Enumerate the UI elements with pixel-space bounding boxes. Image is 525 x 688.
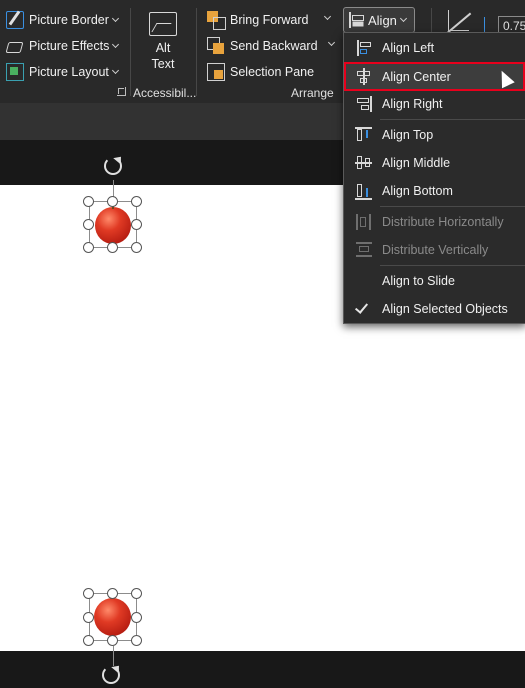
resize-handle[interactable] — [107, 242, 118, 253]
resize-handle[interactable] — [131, 242, 142, 253]
menu-item-label: Align Bottom — [382, 184, 453, 198]
picture-border-icon — [6, 11, 24, 29]
resize-handle[interactable] — [131, 612, 142, 623]
menu-item-label: Align Left — [382, 41, 435, 55]
menu-item-align-right[interactable]: Align Right — [344, 90, 525, 118]
editor-bottom-band — [0, 651, 525, 688]
menu-item-label: Distribute Horizontally — [382, 215, 504, 229]
menu-item-label: Align Middle — [382, 156, 451, 170]
accessibility-group-label: Accessibil... — [133, 86, 197, 100]
alt-text-label-line1: Alt — [155, 41, 171, 55]
group-divider — [431, 8, 432, 32]
distribute-vertically-icon — [355, 241, 373, 259]
menu-item-label: Align Center — [382, 69, 451, 84]
resize-handle[interactable] — [107, 588, 118, 599]
check-icon — [354, 300, 369, 314]
picture-layout-label: Picture Layout — [29, 65, 109, 79]
rotate-handle-icon[interactable] — [102, 666, 120, 684]
distribute-horizontally-icon — [355, 213, 373, 231]
resize-handle[interactable] — [107, 635, 118, 646]
align-button[interactable]: Align — [343, 7, 415, 33]
alt-text-icon — [149, 12, 177, 36]
menu-item-align-selected-objects[interactable]: Align Selected Objects — [344, 295, 525, 323]
send-backward-chevron-icon[interactable] — [327, 38, 336, 47]
picture-layout-button[interactable]: Picture Layout — [6, 61, 119, 83]
align-left-icon — [355, 39, 373, 57]
menu-item-align-to-slide[interactable]: Align to Slide — [344, 267, 525, 295]
resize-handle[interactable] — [83, 196, 94, 207]
menu-item-align-left[interactable]: Align Left — [344, 34, 525, 62]
align-center-icon — [355, 68, 373, 86]
rotate-handle-icon[interactable] — [104, 157, 122, 175]
picture-effects-label: Picture Effects — [29, 39, 110, 53]
selection-pane-label: Selection Pane — [230, 65, 315, 79]
menu-item-label: Align Selected Objects — [382, 302, 508, 316]
menu-item-distribute-vertically: Distribute Vertically — [344, 236, 525, 264]
resize-handle[interactable] — [83, 219, 94, 230]
apple-image[interactable] — [95, 207, 131, 244]
align-right-icon — [355, 95, 373, 113]
picture-effects-icon — [6, 37, 24, 55]
align-icon — [348, 12, 364, 28]
send-backward-label: Send Backward — [230, 39, 318, 53]
selection-pane-button[interactable]: Selection Pane — [207, 61, 314, 83]
menu-item-label: Distribute Vertically — [382, 243, 489, 257]
selection-pane-icon — [207, 63, 225, 81]
menu-item-label: Align Right — [382, 97, 443, 111]
group-divider — [196, 8, 197, 96]
menu-item-distribute-horizontally: Distribute Horizontally — [344, 208, 525, 236]
resize-handle[interactable] — [83, 635, 94, 646]
chevron-down-icon — [111, 66, 119, 75]
picture-border-label: Picture Border — [29, 13, 109, 27]
apple-image[interactable] — [94, 598, 131, 636]
align-top-icon — [355, 126, 373, 144]
menu-separator — [380, 265, 525, 266]
chevron-down-icon — [399, 14, 407, 23]
menu-separator — [380, 206, 525, 207]
alt-text-label-line2: Text — [151, 57, 175, 71]
align-middle-icon — [355, 154, 373, 172]
arrange-group-label: Arrange — [291, 86, 334, 100]
menu-item-label: Align to Slide — [382, 274, 455, 288]
menu-item-align-middle[interactable]: Align Middle — [344, 149, 525, 177]
menu-item-label: Align Top — [382, 128, 434, 142]
align-button-label: Align — [368, 12, 397, 28]
menu-separator — [380, 119, 525, 120]
bring-forward-icon — [207, 11, 226, 30]
resize-handle[interactable] — [83, 588, 94, 599]
chevron-down-icon — [111, 14, 119, 23]
picture-layout-icon — [6, 63, 24, 81]
picture-border-button[interactable]: Picture Border — [6, 9, 119, 31]
bring-forward-chevron-icon[interactable] — [323, 12, 332, 21]
menu-item-align-top[interactable]: Align Top — [344, 121, 525, 149]
alt-text-button[interactable]: Alt Text — [140, 12, 186, 76]
resize-handle[interactable] — [107, 196, 118, 207]
resize-handle[interactable] — [83, 242, 94, 253]
dialog-launcher-icon[interactable] — [117, 87, 126, 96]
chevron-down-icon — [112, 40, 120, 49]
bring-forward-button[interactable]: Bring Forward — [207, 9, 309, 31]
send-backward-icon — [207, 37, 225, 55]
resize-handle[interactable] — [131, 219, 142, 230]
resize-handle[interactable] — [131, 196, 142, 207]
bring-forward-label: Bring Forward — [230, 13, 309, 27]
resize-handle[interactable] — [131, 635, 142, 646]
resize-handle[interactable] — [83, 612, 94, 623]
resize-handle[interactable] — [131, 588, 142, 599]
menu-item-align-bottom[interactable]: Align Bottom — [344, 177, 525, 205]
picture-effects-button[interactable]: Picture Effects — [6, 35, 120, 57]
group-divider — [130, 8, 131, 96]
send-backward-button[interactable]: Send Backward — [207, 35, 318, 57]
align-bottom-icon — [355, 182, 373, 200]
